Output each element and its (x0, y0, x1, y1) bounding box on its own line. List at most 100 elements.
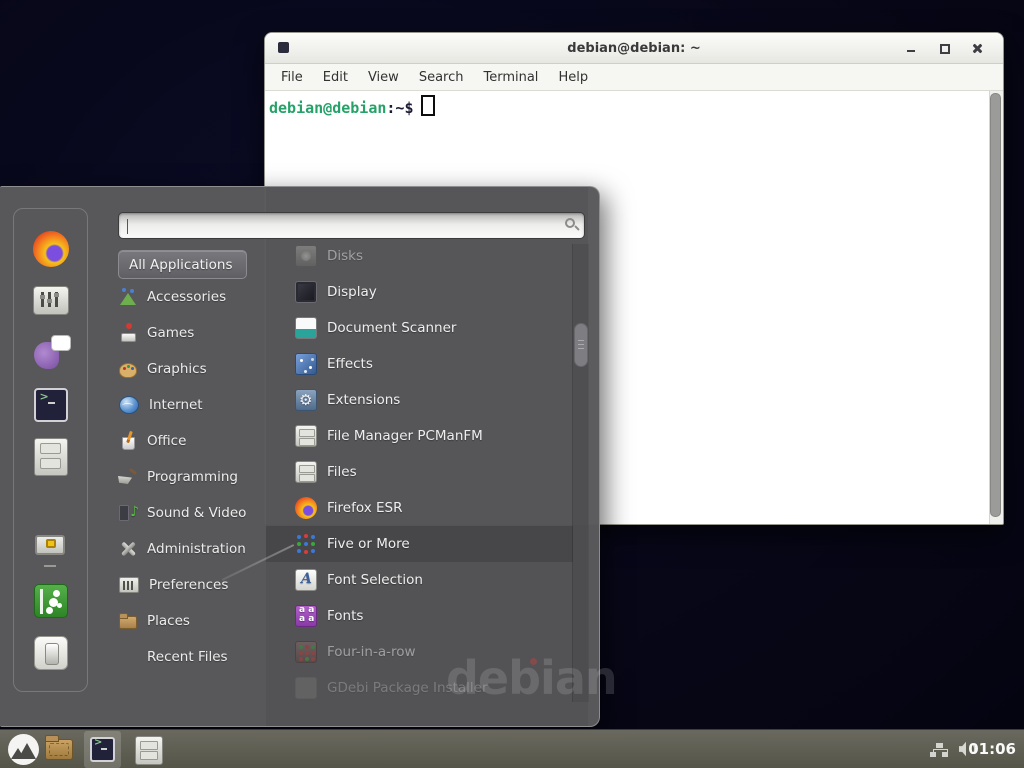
maximize-button[interactable] (937, 41, 952, 56)
administration-icon (118, 539, 138, 559)
category-all-applications[interactable]: All Applications (118, 250, 247, 279)
taskbar: 01:06 (0, 729, 1024, 768)
terminal-scrollbar[interactable] (989, 91, 1003, 524)
terminal-app-icon (278, 42, 289, 53)
menu-terminal[interactable]: Terminal (473, 70, 548, 85)
app-label: Files (327, 464, 357, 480)
app-item-gdebi[interactable]: GDebi Package Installer (266, 670, 573, 706)
menu-view[interactable]: View (358, 70, 409, 85)
clock[interactable]: 01:06 (968, 740, 1016, 758)
category-sound-video[interactable]: Sound & Video (118, 498, 264, 528)
display-icon (295, 281, 317, 303)
file-cabinet-icon (295, 425, 317, 447)
app-item-disks[interactable]: Disks (266, 238, 573, 274)
terminal-icon (90, 737, 115, 762)
app-label: Extensions (327, 392, 400, 408)
app-item-fonts[interactable]: Fonts (266, 598, 573, 634)
category-accessories[interactable]: Accessories (118, 282, 264, 312)
app-item-display[interactable]: Display (266, 274, 573, 310)
log-out-icon[interactable] (34, 584, 68, 618)
app-item-file-manager-pcmanfm[interactable]: File Manager PCManFM (266, 418, 573, 454)
search-icon (565, 218, 575, 228)
app-label: Effects (327, 356, 373, 372)
sound-video-icon (118, 503, 138, 523)
firefox-icon[interactable] (33, 231, 69, 267)
extensions-gear-icon (295, 389, 317, 411)
control-center-icon[interactable] (33, 286, 69, 315)
category-label: Programming (147, 469, 238, 485)
category-label: Graphics (147, 361, 207, 377)
app-label: Four-in-a-row (327, 644, 416, 660)
terminal-cursor (421, 95, 435, 116)
five-or-more-icon (295, 533, 317, 555)
app-item-font-selection[interactable]: Font Selection (266, 562, 573, 598)
menu-scrollbar-handle[interactable] (574, 323, 588, 367)
category-recent-files[interactable]: Recent Files (118, 642, 264, 672)
pidgin-icon[interactable] (33, 335, 69, 371)
category-games[interactable]: Games (118, 318, 264, 348)
places-folder-icon (118, 611, 138, 631)
app-item-effects[interactable]: Effects (266, 346, 573, 382)
network-icon[interactable] (930, 743, 948, 757)
category-administration[interactable]: Administration (118, 534, 264, 564)
file-manager-launcher[interactable] (45, 739, 73, 760)
minimize-button[interactable] (904, 41, 919, 56)
category-label: Administration (147, 541, 246, 557)
app-label: Display (327, 284, 377, 300)
terminal-task-button[interactable] (84, 731, 121, 768)
firefox-icon (295, 497, 317, 519)
menu-button[interactable] (8, 734, 39, 765)
menu-search[interactable]: Search (409, 70, 474, 85)
app-item-firefox-esr[interactable]: Firefox ESR (266, 490, 573, 526)
prompt-user-host: debian@debian (269, 99, 386, 117)
programming-icon (118, 467, 138, 487)
menu-search-box[interactable] (118, 212, 585, 239)
preferences-icon (119, 577, 139, 593)
terminal-title: debian@debian: ~ (567, 41, 700, 56)
file-cabinet-icon (295, 461, 317, 483)
category-label: Internet (149, 397, 203, 413)
app-item-five-or-more[interactable]: Five or More (266, 526, 573, 562)
category-programming[interactable]: Programming (118, 462, 264, 492)
app-label: Disks (327, 248, 363, 264)
terminal-launcher-icon[interactable] (34, 388, 68, 422)
effects-icon (295, 353, 317, 375)
app-item-files[interactable]: Files (266, 454, 573, 490)
app-label: Fonts (327, 608, 363, 624)
category-preferences[interactable]: Preferences (118, 570, 264, 600)
games-icon (118, 323, 138, 343)
disks-icon (295, 245, 317, 267)
application-menu-panel: debian All Applications Accessories Game… (0, 186, 600, 727)
app-item-four-in-a-row[interactable]: Four-in-a-row (266, 634, 573, 670)
app-item-extensions[interactable]: Extensions (266, 382, 573, 418)
app-label: GDebi Package Installer (327, 680, 488, 696)
four-in-a-row-icon (295, 641, 317, 663)
close-button[interactable] (970, 41, 985, 56)
office-icon (118, 431, 138, 451)
menu-help[interactable]: Help (548, 70, 598, 85)
category-places[interactable]: Places (118, 606, 264, 636)
lock-screen-icon[interactable] (33, 534, 69, 564)
app-label: Document Scanner (327, 320, 456, 336)
fonts-icon (295, 605, 317, 627)
terminal-titlebar[interactable]: debian@debian: ~ (265, 33, 1003, 64)
desktop[interactable]: debian@debian: ~ File Edit View Search T… (0, 0, 1024, 768)
category-label: Office (147, 433, 186, 449)
menu-scrollbar-track[interactable] (572, 244, 589, 702)
search-input[interactable] (127, 216, 557, 235)
category-internet[interactable]: Internet (118, 390, 264, 420)
menu-file[interactable]: File (271, 70, 313, 85)
category-office[interactable]: Office (118, 426, 264, 456)
terminal-scrollbar-handle[interactable] (990, 93, 1001, 517)
app-label: Font Selection (327, 572, 423, 588)
shell-prompt: debian@debian:~$ (269, 95, 435, 117)
accessories-icon (118, 287, 138, 307)
app-label: Five or More (327, 536, 410, 552)
shut-down-icon[interactable] (34, 636, 68, 670)
gdebi-icon (295, 677, 317, 699)
category-graphics[interactable]: Graphics (118, 354, 264, 384)
menu-edit[interactable]: Edit (313, 70, 358, 85)
app-item-document-scanner[interactable]: Document Scanner (266, 310, 573, 346)
files-launcher[interactable] (135, 736, 163, 765)
file-manager-icon[interactable] (34, 438, 68, 476)
